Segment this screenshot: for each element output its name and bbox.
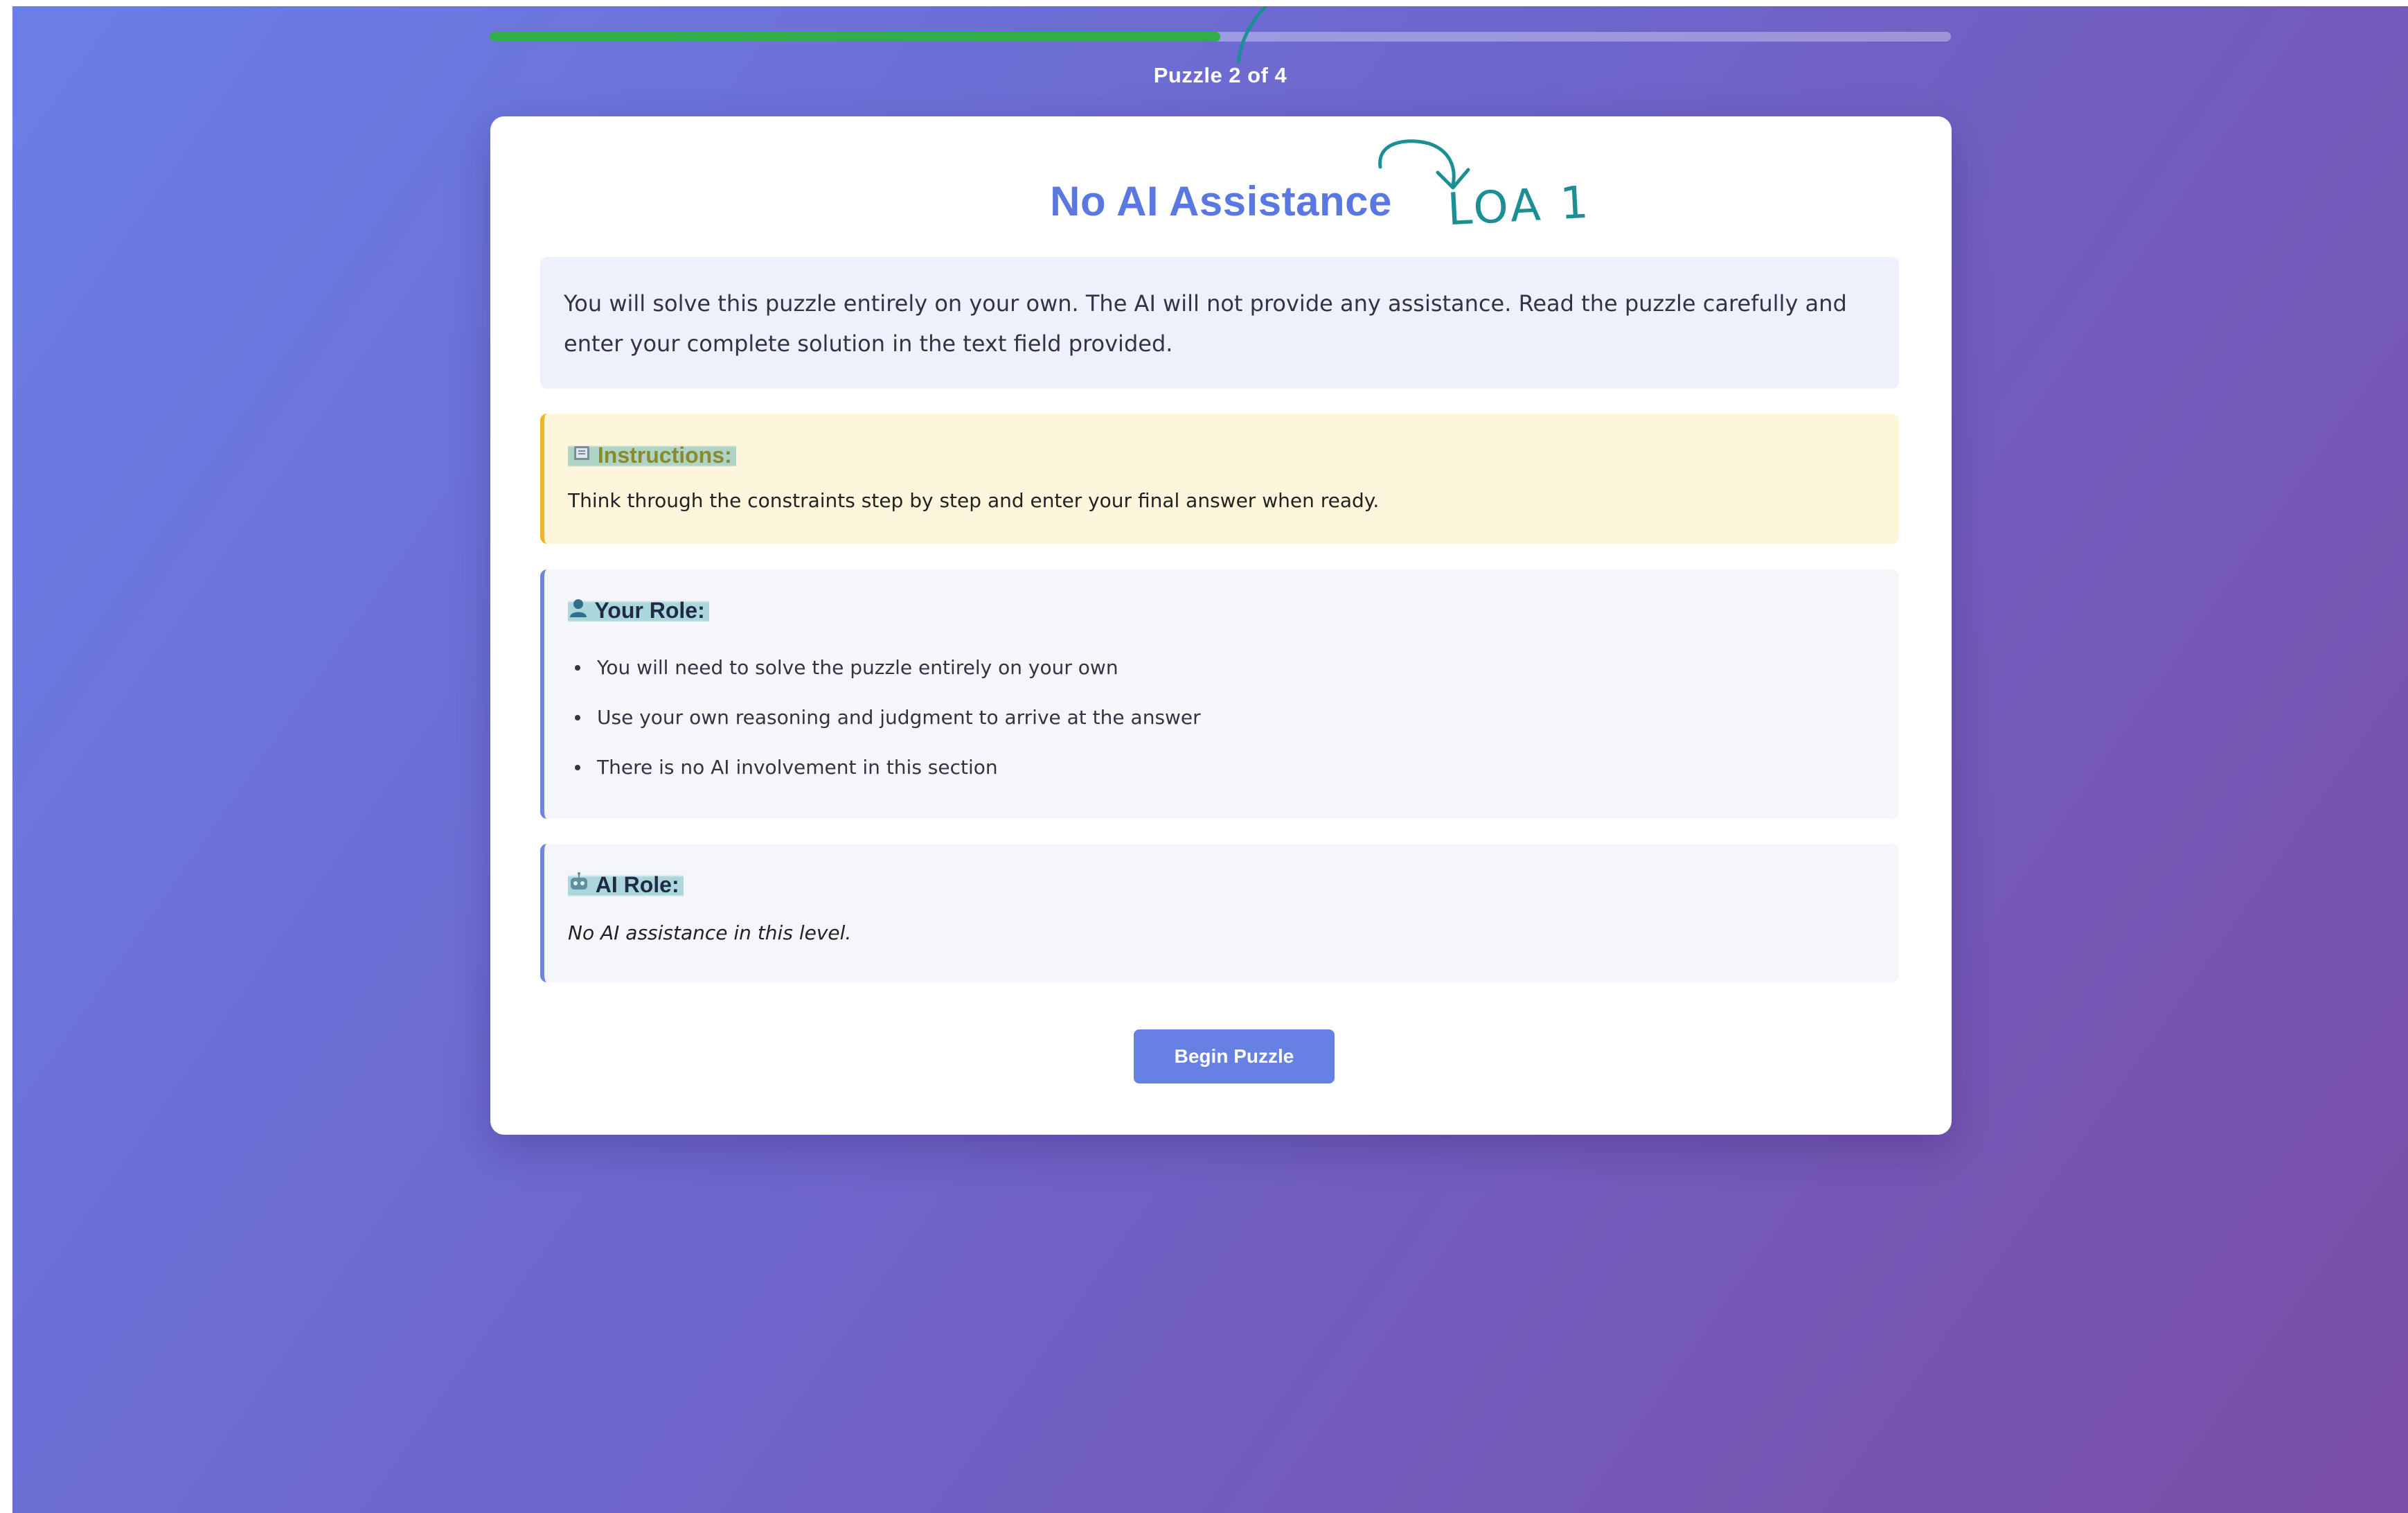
progress-label: Puzzle 2 of 4: [1153, 63, 1287, 87]
list-item: There is no AI involvement in this secti…: [575, 743, 1875, 793]
app-viewport: Puzzle 2 of 4 No AI Assistance You will …: [12, 6, 2408, 1513]
robot-icon: [571, 872, 587, 890]
ai-role-text: No AI assistance in this level.: [568, 921, 852, 944]
book-icon: [574, 446, 589, 460]
level-card: No AI Assistance You will solve this puz…: [490, 116, 1952, 1135]
page-title: No AI Assistance: [1050, 178, 1392, 224]
your-role-heading-label: Your Role:: [594, 598, 705, 623]
instructions-text: Think through the constraints step by st…: [568, 489, 1380, 512]
ai-role-heading: AI Role:: [568, 871, 1875, 898]
instructions-heading: Instructions:: [568, 443, 1875, 468]
progress-fill: [490, 32, 1220, 42]
instructions-heading-label: Instructions:: [597, 443, 732, 468]
list-item: Use your own reasoning and judgment to a…: [575, 693, 1875, 743]
person-icon: [570, 599, 587, 617]
ai-role-heading-label: AI Role:: [595, 872, 679, 897]
your-role-heading: Your Role:: [568, 597, 1875, 623]
instructions-box: Instructions: Think through the constrai…: [540, 414, 1899, 544]
progress-bar: [490, 32, 1951, 42]
your-role-box: Your Role: You will need to solve the pu…: [540, 569, 1899, 819]
ai-role-box: AI Role: No AI assistance in this level.: [540, 844, 1899, 982]
begin-puzzle-button[interactable]: Begin Puzzle: [1134, 1029, 1335, 1083]
intro-box: You will solve this puzzle entirely on y…: [540, 257, 1899, 389]
handwritten-annotation-text: LOA 1: [1446, 177, 1593, 236]
your-role-list: You will need to solve the puzzle entire…: [568, 643, 1875, 793]
list-item: You will need to solve the puzzle entire…: [575, 643, 1875, 693]
intro-text: You will solve this puzzle entirely on y…: [564, 290, 1847, 357]
